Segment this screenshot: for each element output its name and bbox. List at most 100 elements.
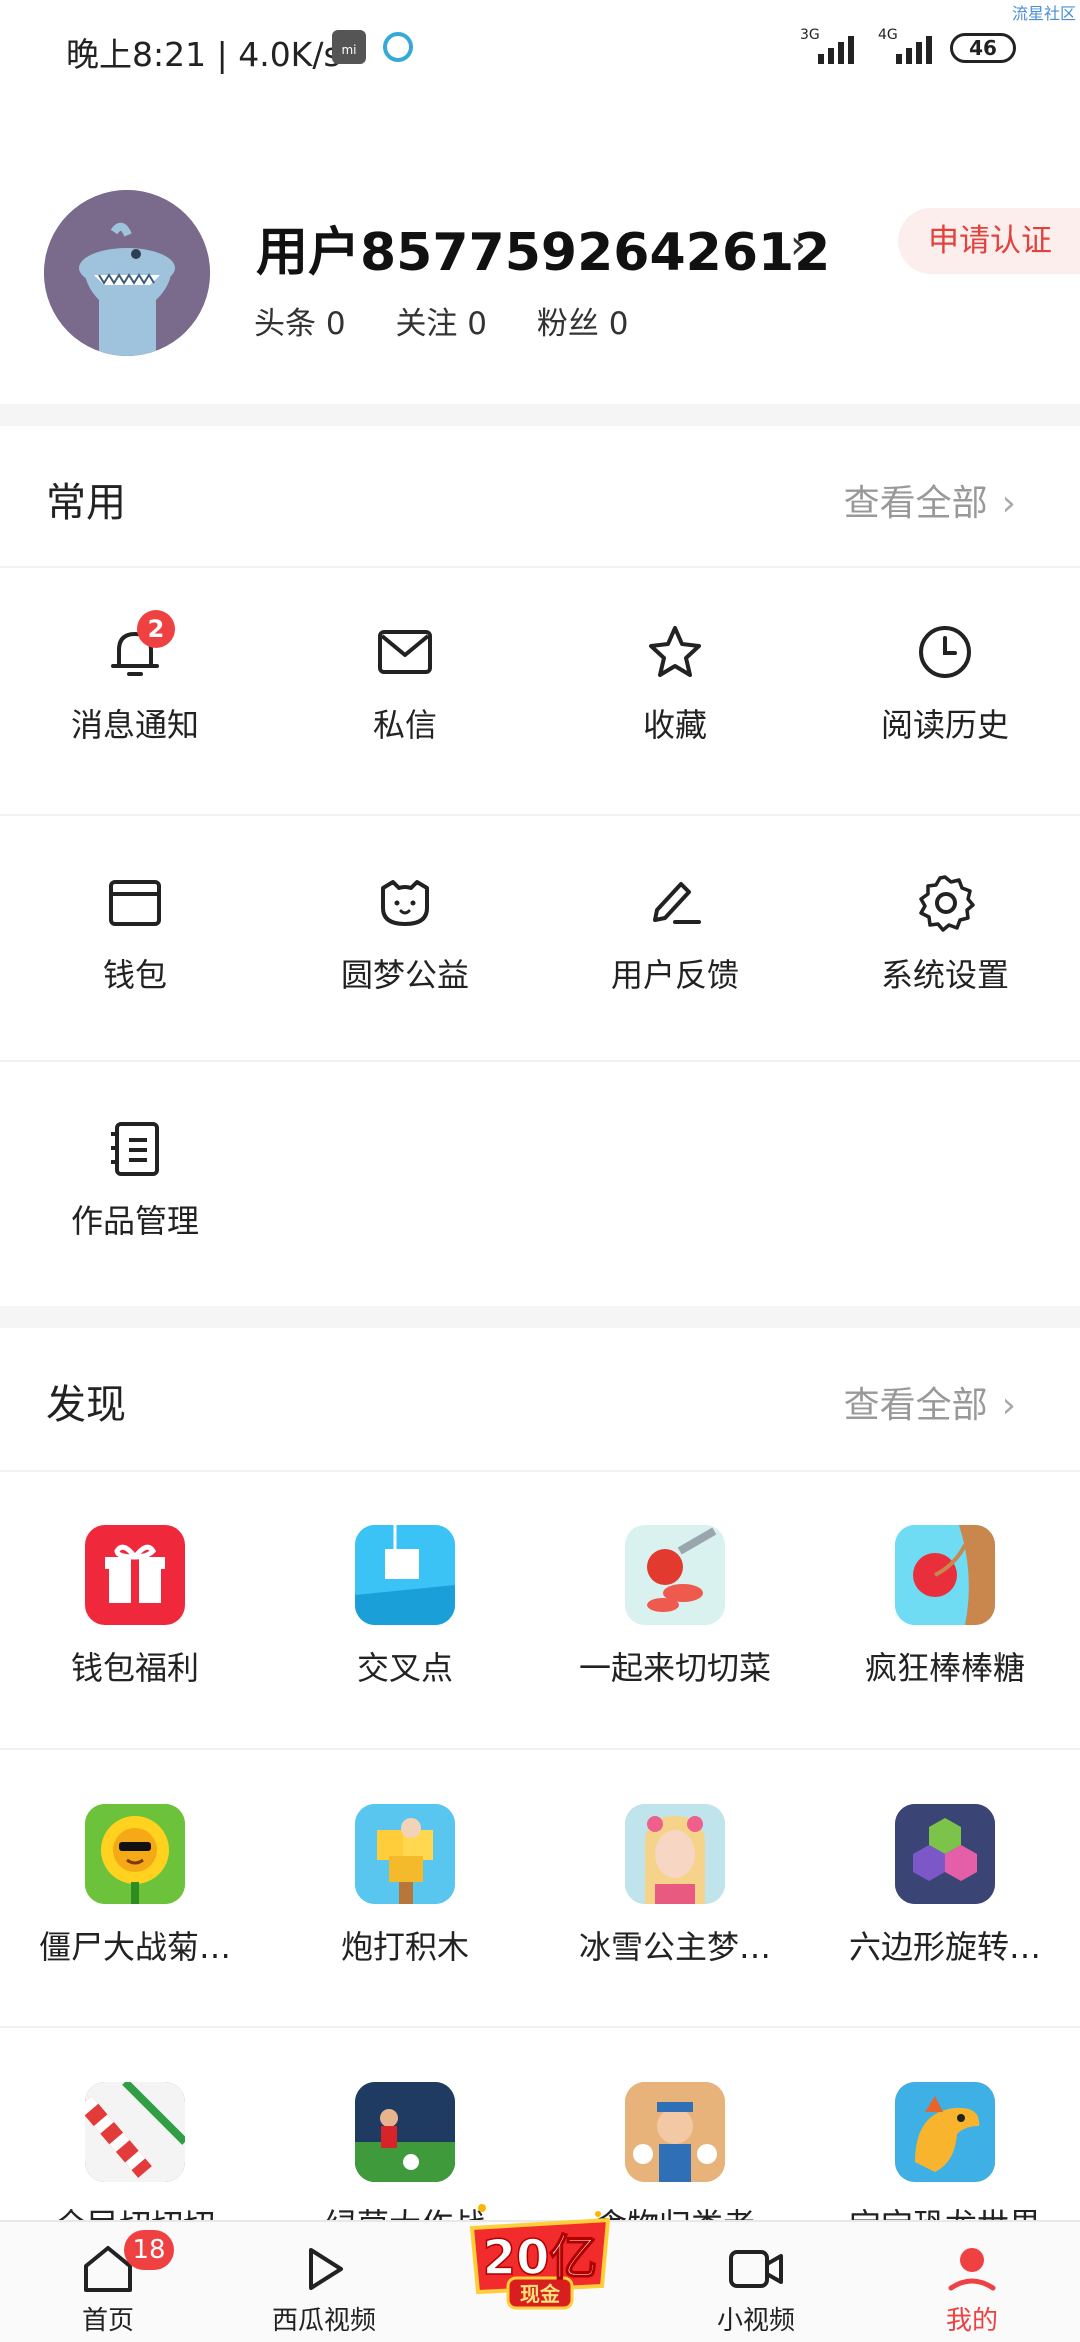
nav-xigua-video[interactable]: 西瓜视频 [224,2222,424,2342]
soccer-game-icon [355,2082,455,2182]
video-camera-icon [729,2250,783,2288]
grid-item-label: 收藏 [642,706,707,744]
grid-item-label: 钱包 [102,956,167,994]
grid-item-label: 阅读历史 [880,706,1009,744]
grid-item-messages[interactable]: 私信 [270,622,540,746]
apply-certification-button[interactable]: 申请认证 [898,208,1080,274]
cash-promo-button[interactable]: 20亿 现金 [462,2190,618,2320]
hexagon-game-icon [895,1804,995,1904]
food-sort-game-icon [625,2082,725,2182]
app-crazy-lollipop[interactable]: 疯狂棒棒糖 [810,1525,1080,1689]
cut-veggies-game-icon [625,1525,725,1625]
grid-item-label: 消息通知 [70,706,199,744]
divider [0,1748,1080,1750]
nav-home[interactable]: 首页 18 [8,2222,208,2342]
signal-4g-label: 4G [878,27,898,43]
stat-toutiao[interactable]: 头条 0 [254,306,346,342]
pen-icon [653,882,701,924]
grid-item-settings[interactable]: 系统设置 [810,872,1080,996]
app-label: 炮打积木 [340,1928,469,1966]
status-time: 晚上8:21 | 4.0K/s [66,35,341,74]
play-icon [309,2248,343,2290]
chevron-right-icon: › [1001,483,1016,524]
nav-label: 小视频 [716,2306,795,2336]
clock-icon [919,626,971,678]
divider [0,1060,1080,1062]
dino-game-icon [895,2082,995,2182]
app-label: 六边形旋转… [848,1928,1041,1966]
view-all-discover-button[interactable]: 查看全部 › [844,1376,1016,1428]
divider [0,1470,1080,1472]
crossing-game-icon [355,1525,455,1625]
signal-3g-label: 3G [800,27,820,43]
section-gap [0,404,1080,426]
mail-icon [378,630,432,674]
mi-icon: mi [332,30,366,64]
stat-follow[interactable]: 关注 0 [395,306,487,342]
app-label: 交叉点 [356,1649,453,1687]
section-title-discover: 发现 [46,1382,126,1428]
grid-item-notifications[interactable]: 消息通知 2 [0,610,270,746]
grid-item-label: 用户反馈 [610,956,739,994]
candy-cut-game-icon [85,2082,185,2182]
username[interactable]: 用户8577592642612 [256,210,830,285]
grid-item-label: 圆梦公益 [340,956,469,994]
battery-icon: 46 [950,33,1016,63]
nav-label: 西瓜视频 [271,2306,376,2336]
gear-icon [919,875,975,932]
nav-label: 首页 [81,2306,134,2336]
sunflower-game-icon [85,1804,185,1904]
grid-item-history[interactable]: 阅读历史 [810,622,1080,746]
princess-game-icon [625,1804,725,1904]
corner-watermark: 流星社区 [1011,4,1076,23]
chevron-right-icon[interactable]: › [790,222,806,268]
app-label: 一起来切切菜 [578,1649,771,1687]
grid-item-works-management[interactable]: 作品管理 [0,1118,270,1242]
grid-item-feedback[interactable]: 用户反馈 [540,872,810,996]
chevron-right-icon: › [1001,1385,1016,1426]
app-notification-icon [383,32,413,62]
charity-face-icon [381,880,429,926]
divider [0,814,1080,816]
signal-3g-icon: 3G [800,27,862,64]
grid-item-label: 系统设置 [880,956,1009,994]
grid-item-label: 作品管理 [70,1202,199,1240]
nav-short-video[interactable]: 小视频 [656,2222,856,2342]
profile-stats: 头条 0 关注 0 粉丝 0 [254,298,668,343]
app-cut-veggies[interactable]: 一起来切切菜 [540,1525,810,1689]
app-snow-princess[interactable]: 冰雪公主梦… [540,1804,810,1968]
notebook-icon [111,1122,159,1176]
app-zombie-sunflower[interactable]: 僵尸大战菊… [0,1804,270,1968]
notification-badge: 2 [137,610,175,648]
profile-icon [948,2248,996,2291]
divider [0,2026,1080,2028]
nav-label: 我的 [945,2306,998,2336]
status-bar: 晚上8:21 | 4.0K/s mi 3G 4G 46 流星社区 [0,0,1080,100]
app-cannon-blocks[interactable]: 炮打积木 [270,1804,540,1968]
app-label: 冰雪公主梦… [578,1928,771,1966]
signal-4g-icon: 4G [878,27,940,64]
grid-item-label: 私信 [372,706,437,744]
app-label: 钱包福利 [70,1649,199,1687]
section-title-common: 常用 [46,480,126,526]
promo-badge-icon: 20亿 现金 [469,2204,611,2310]
app-crossing[interactable]: 交叉点 [270,1525,540,1689]
promo-small-text: 现金 [520,2282,561,2306]
lollipop-game-icon [895,1525,995,1625]
home-badge: 18 [124,2230,174,2270]
divider [0,566,1080,568]
stat-fans[interactable]: 粉丝 0 [537,306,629,342]
grid-item-favorites[interactable]: 收藏 [540,622,810,746]
app-label: 僵尸大战菊… [38,1928,231,1966]
app-hexagon-rotate[interactable]: 六边形旋转… [810,1804,1080,1968]
nav-mine[interactable]: 我的 [872,2222,1072,2342]
grid-item-wallet[interactable]: 钱包 [0,872,270,996]
view-all-common-button[interactable]: 查看全部 › [844,474,1016,526]
view-all-label: 查看全部 [843,1385,988,1426]
app-wallet-benefits[interactable]: 钱包福利 [0,1525,270,1689]
blocks-game-icon [355,1804,455,1904]
gift-app-icon [85,1525,185,1625]
section-gap [0,1306,1080,1328]
grid-item-charity[interactable]: 圆梦公益 [270,872,540,996]
avatar[interactable] [44,190,210,356]
